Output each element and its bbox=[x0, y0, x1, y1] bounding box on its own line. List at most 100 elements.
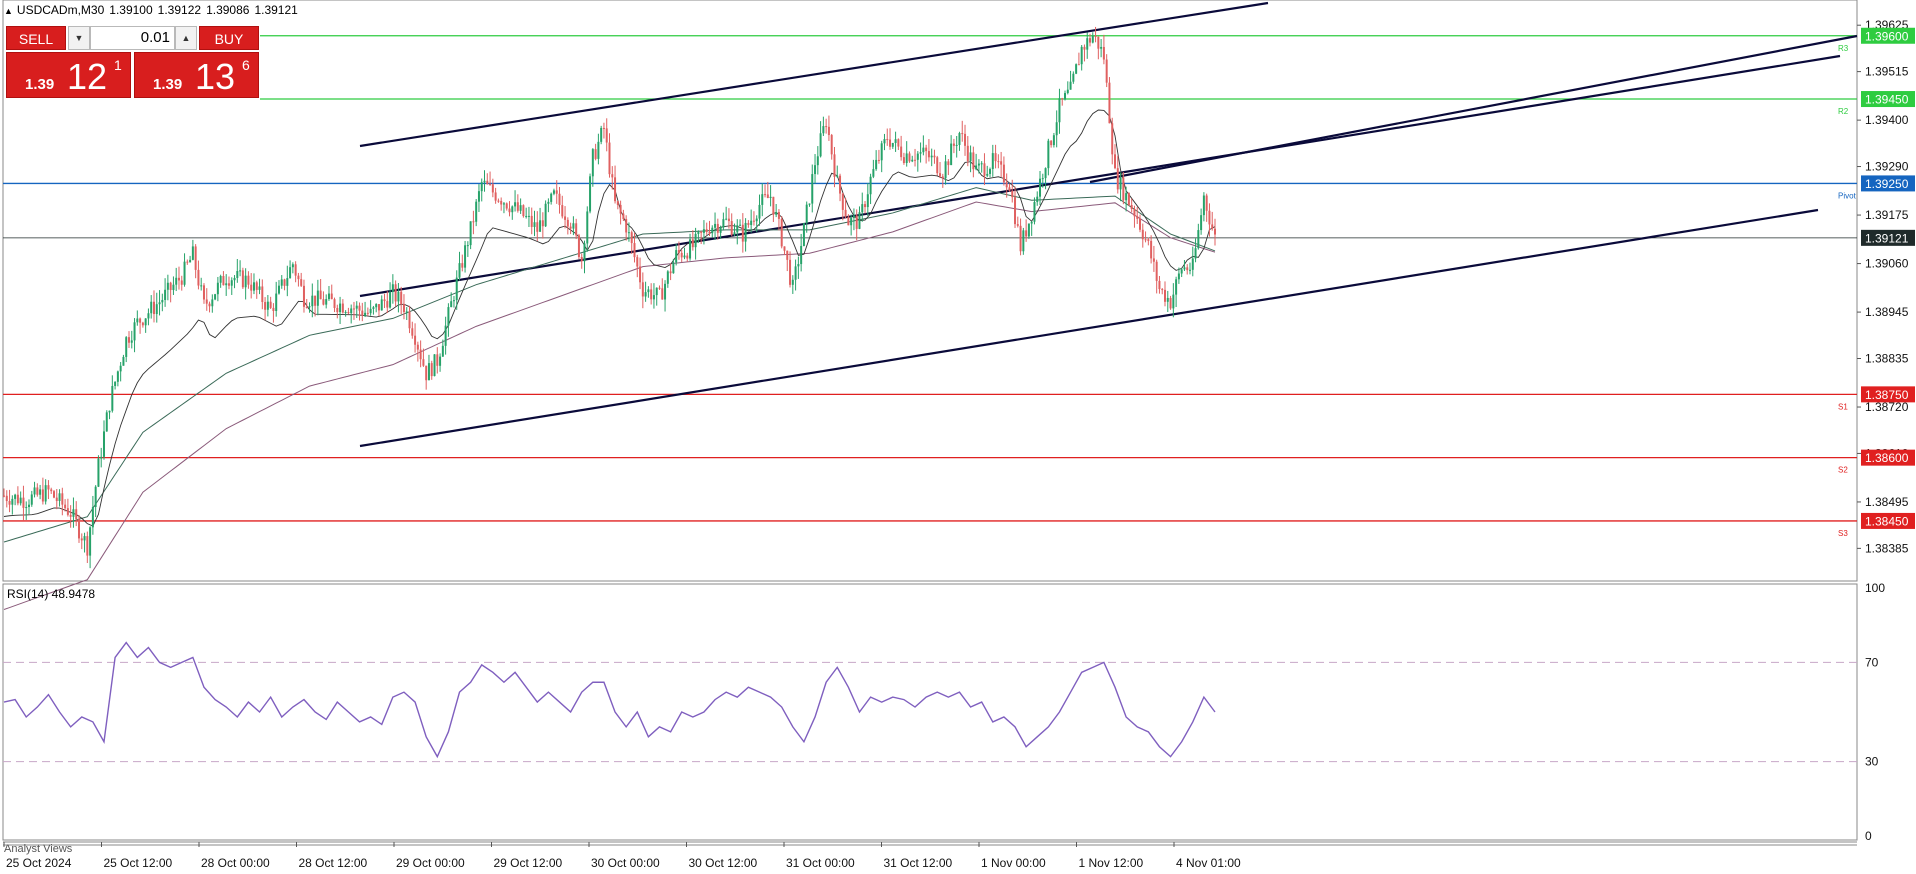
candle-body bbox=[886, 139, 889, 141]
candle bbox=[877, 149, 880, 164]
candle bbox=[466, 241, 469, 257]
candle-body bbox=[77, 519, 80, 539]
candle-body bbox=[361, 310, 364, 316]
rsi-tick-label: 100 bbox=[1865, 581, 1885, 595]
lot-size-input[interactable]: 0.01 bbox=[90, 26, 175, 50]
candle bbox=[341, 299, 344, 314]
candle-body bbox=[441, 345, 444, 357]
candle bbox=[997, 154, 1000, 169]
candle-body bbox=[439, 356, 442, 366]
candle-body bbox=[752, 220, 755, 222]
candle-body bbox=[1016, 224, 1019, 226]
candle bbox=[986, 165, 989, 178]
level-label-pivot: Pivot bbox=[1838, 191, 1857, 200]
y-tick-label: 1.39290 bbox=[1865, 160, 1909, 174]
candle-body bbox=[305, 306, 308, 308]
candle-body bbox=[519, 205, 522, 211]
ohlc-open: 1.39100 bbox=[109, 3, 153, 17]
sell-price-box[interactable]: 1.39 12 1 bbox=[6, 52, 131, 98]
candle-body bbox=[1091, 35, 1094, 43]
x-tick-label: 25 Oct 2024 bbox=[6, 856, 72, 870]
candle-body bbox=[880, 143, 883, 161]
candle-body bbox=[1108, 82, 1111, 124]
candle-body bbox=[652, 295, 655, 300]
candle bbox=[197, 260, 200, 290]
candle-body bbox=[272, 307, 275, 311]
candle bbox=[611, 166, 614, 190]
candle bbox=[186, 259, 189, 265]
candle bbox=[889, 128, 892, 150]
candle-body bbox=[405, 311, 408, 313]
buy-price-box[interactable]: 1.39 13 6 bbox=[134, 52, 259, 98]
candle-body bbox=[650, 289, 653, 300]
candle-body bbox=[55, 497, 58, 501]
candle bbox=[608, 133, 611, 178]
candle-body bbox=[819, 133, 822, 157]
candle-body bbox=[133, 322, 136, 341]
candle bbox=[1064, 90, 1067, 101]
candle bbox=[144, 318, 147, 333]
candle bbox=[991, 144, 994, 177]
candle-body bbox=[1158, 280, 1161, 290]
candle bbox=[850, 214, 853, 236]
candle bbox=[108, 410, 111, 420]
candle bbox=[155, 292, 158, 323]
candle-body bbox=[794, 266, 797, 280]
candle bbox=[1150, 235, 1153, 264]
candle bbox=[644, 281, 647, 302]
candle-body bbox=[736, 225, 739, 233]
candle-body bbox=[147, 313, 150, 319]
candle bbox=[864, 201, 867, 214]
candle-body bbox=[780, 218, 783, 247]
candle bbox=[361, 302, 364, 322]
candle bbox=[172, 276, 175, 295]
lot-increase-icon[interactable]: ▲ bbox=[175, 26, 197, 50]
candle-body bbox=[419, 349, 422, 360]
trendline-channel-0 bbox=[359, 1, 1269, 148]
level-label-s2: S2 bbox=[1838, 466, 1848, 475]
candle bbox=[1025, 219, 1028, 242]
candle bbox=[211, 294, 214, 313]
candle bbox=[175, 267, 178, 292]
candle-body bbox=[1130, 204, 1133, 210]
candle-body bbox=[375, 304, 378, 308]
candle-body bbox=[683, 255, 686, 258]
candle bbox=[1075, 63, 1078, 75]
candle-body bbox=[377, 304, 380, 311]
lot-decrease-icon[interactable]: ▼ bbox=[68, 26, 90, 50]
candle bbox=[283, 278, 286, 291]
candle bbox=[355, 301, 358, 318]
candle bbox=[983, 153, 986, 186]
candle bbox=[52, 489, 55, 499]
candle bbox=[686, 252, 689, 262]
candle bbox=[647, 286, 650, 298]
candle-body bbox=[602, 127, 605, 129]
candle bbox=[119, 361, 122, 382]
buy-button[interactable]: BUY bbox=[199, 26, 259, 50]
candle-body bbox=[547, 201, 550, 204]
candle-body bbox=[380, 299, 383, 311]
candle-body bbox=[844, 209, 847, 217]
candle bbox=[922, 135, 925, 156]
candle-body bbox=[433, 354, 436, 377]
candle bbox=[794, 259, 797, 291]
candle bbox=[152, 290, 155, 323]
candle-body bbox=[127, 337, 130, 343]
candle bbox=[880, 140, 883, 173]
collapse-triangle-icon[interactable]: ▲ bbox=[4, 4, 13, 18]
candle bbox=[789, 251, 792, 288]
candle-body bbox=[589, 176, 592, 212]
analyst-views-tab[interactable]: Analyst Views bbox=[4, 843, 72, 855]
candle-body bbox=[930, 155, 933, 158]
candle bbox=[1102, 34, 1105, 65]
y-tick-label: 1.38495 bbox=[1865, 495, 1909, 509]
sell-button[interactable]: SELL bbox=[6, 26, 66, 50]
candle bbox=[1083, 44, 1086, 62]
candle-body bbox=[889, 139, 892, 147]
candle bbox=[814, 154, 817, 184]
candle bbox=[472, 210, 475, 235]
candle bbox=[1158, 275, 1161, 294]
price-chart[interactable]: R3R2PivotS1S2S3 RSI(14) 48.9478 1.396251… bbox=[0, 0, 1916, 874]
candle-body bbox=[986, 173, 989, 176]
candle bbox=[305, 298, 308, 309]
